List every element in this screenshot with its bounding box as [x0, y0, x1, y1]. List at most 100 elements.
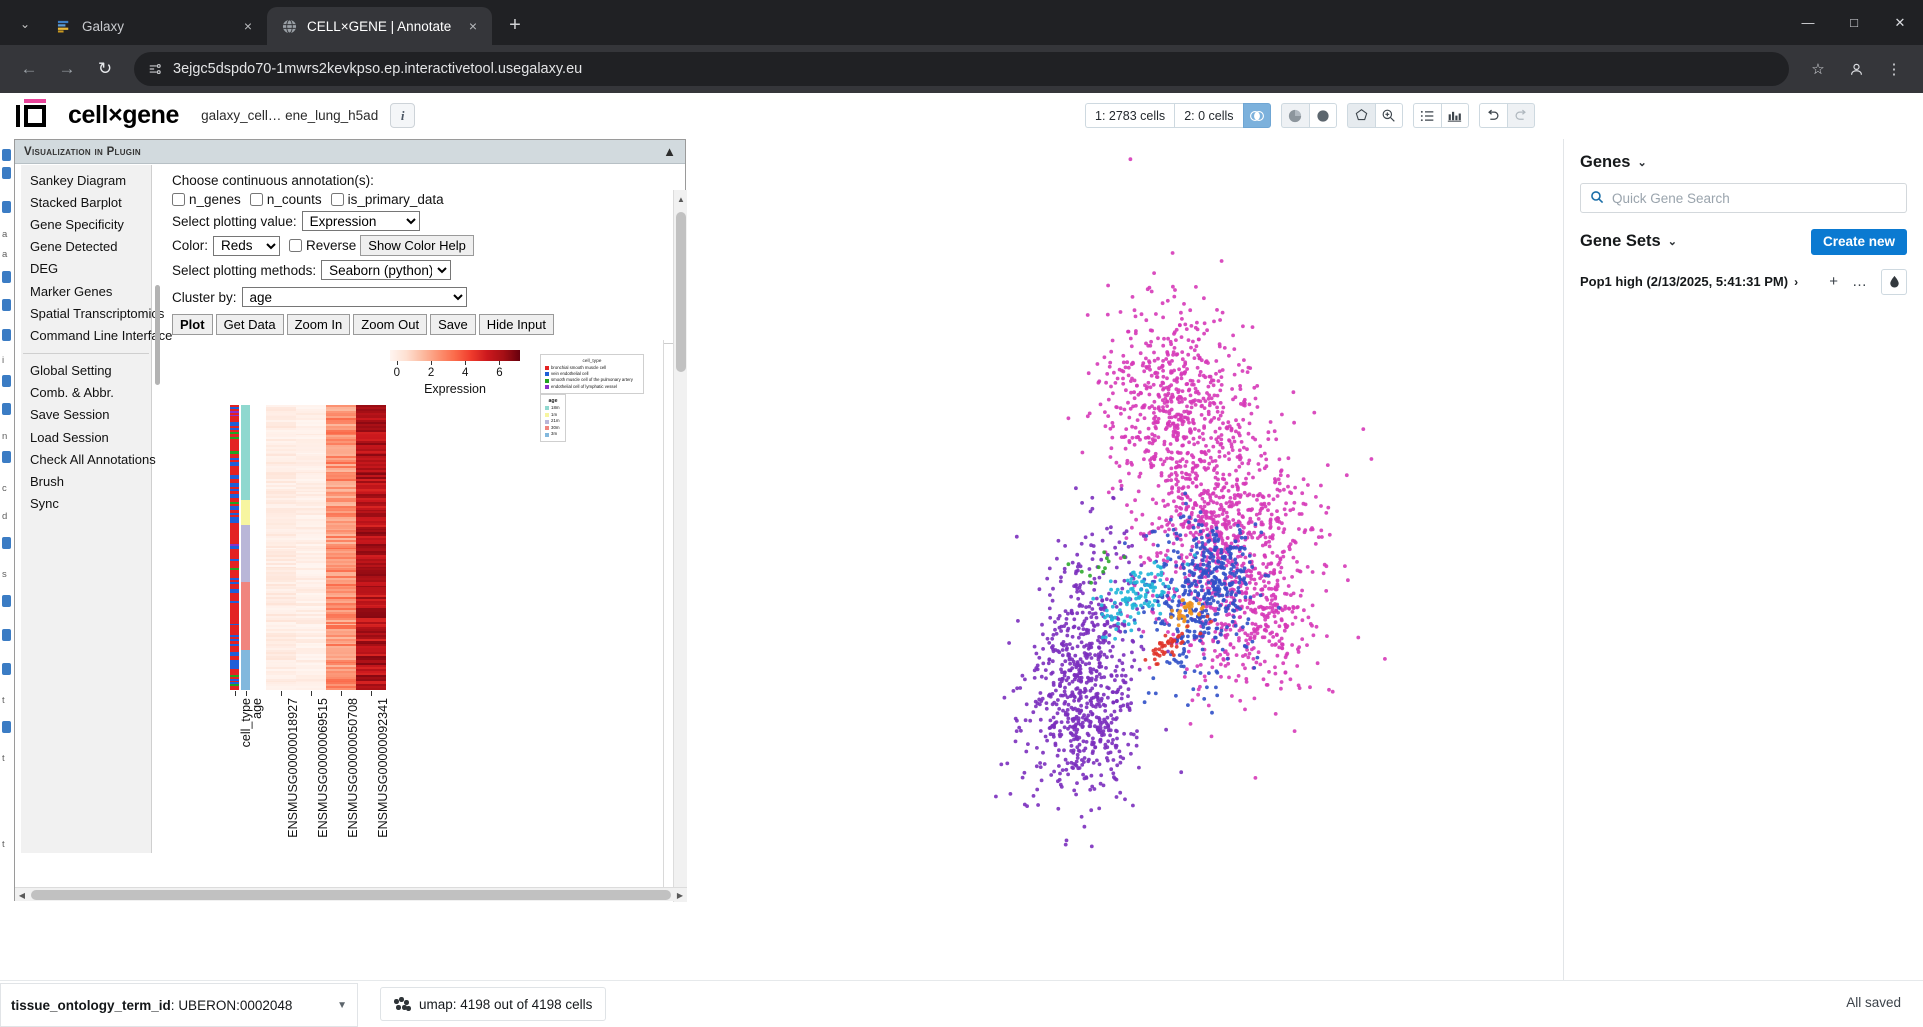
reload-icon[interactable]: ↻ — [88, 52, 122, 86]
umap-status-chip[interactable]: umap: 4198 out of 4198 cells — [380, 987, 607, 1021]
menu-item-stacked-barplot[interactable]: Stacked Barplot — [21, 191, 151, 213]
dataset-info-button[interactable]: i — [390, 103, 416, 128]
venn-diagram-icon[interactable] — [1242, 103, 1271, 128]
plot-button[interactable]: Plot — [172, 314, 213, 335]
plotting-value-label: Select plotting value: — [172, 213, 297, 229]
menu-item-save-session[interactable]: Save Session — [21, 404, 151, 426]
menu-item-gene-specificity[interactable]: Gene Specificity — [21, 213, 151, 235]
chevron-down-icon[interactable]: ▼ — [337, 1000, 347, 1011]
menu-item-load-session[interactable]: Load Session — [21, 426, 151, 448]
water-drop-icon[interactable] — [1881, 268, 1907, 295]
maximize-button[interactable]: □ — [1831, 0, 1877, 45]
menu-item-gene-detected[interactable]: Gene Detected — [21, 236, 151, 258]
checkbox-n-genes[interactable]: n_genes — [172, 192, 241, 207]
menu-item-comb-abbr[interactable]: Comb. & Abbr. — [21, 382, 151, 404]
zoom-select-icon[interactable] — [1374, 103, 1403, 128]
umap-scatterplot[interactable] — [700, 139, 1562, 1027]
legend-swatch — [545, 406, 549, 411]
scrollbar-thumb[interactable] — [676, 212, 686, 372]
zoom-out-button[interactable]: Zoom Out — [353, 314, 428, 335]
menu-item-marker-genes[interactable]: Marker Genes — [21, 280, 151, 302]
plotting-methods-select[interactable]: Seaborn (python) — [321, 260, 452, 280]
profile-icon[interactable] — [1839, 52, 1873, 86]
globe-icon — [281, 18, 298, 35]
show-color-help-button[interactable]: Show Color Help — [360, 235, 474, 256]
color-select[interactable]: Reds — [213, 235, 281, 256]
menu-item-check-all-annotations[interactable]: Check All Annotations — [21, 448, 156, 470]
redo-icon[interactable] — [1506, 103, 1535, 128]
window-close-button[interactable]: ✕ — [1877, 0, 1923, 45]
menu-item-global-setting[interactable]: Global Setting — [21, 360, 151, 382]
zoom-in-button[interactable]: Zoom In — [286, 314, 351, 335]
menu-item-sync[interactable]: Sync — [21, 493, 151, 515]
checkbox-n-genes-input[interactable] — [172, 193, 185, 206]
umap-points[interactable] — [700, 139, 1562, 1027]
filled-circle-icon[interactable] — [1308, 103, 1337, 128]
menu-item-deg[interactable]: DEG — [21, 258, 151, 280]
category-list-icon[interactable] — [1412, 103, 1441, 128]
gene-sets-row: Gene Sets ⌄ Create new — [1580, 229, 1907, 255]
checkbox-reverse[interactable]: Reverse — [289, 238, 356, 253]
hide-input-button[interactable]: Hide Input — [478, 314, 554, 335]
color-row: Color: Reds Reverse Show Color Help — [162, 233, 687, 258]
cluster-by-select[interactable]: age — [241, 287, 467, 307]
menu-scrollbar[interactable] — [155, 285, 160, 385]
gene-search-placeholder: Quick Gene Search — [1612, 190, 1730, 206]
checkbox-n-counts-input[interactable] — [249, 193, 263, 206]
get-data-button[interactable]: Get Data — [215, 314, 284, 335]
gene-set-name[interactable]: Pop1 high (2/13/2025, 5:41:31 PM) — [1580, 274, 1788, 289]
search-icon — [1590, 190, 1604, 207]
scroll-left-icon[interactable]: ◀ — [15, 888, 29, 902]
menu-item-sankey-diagram[interactable]: Sankey Diagram — [21, 169, 151, 191]
star-icon[interactable]: ☆ — [1801, 52, 1835, 86]
permissions-icon[interactable] — [148, 62, 162, 76]
plugin-horizontal-scrollbar[interactable]: ◀ ▶ — [15, 887, 687, 901]
menu-item-spatial-transcriptomics[interactable]: Spatial Transcriptomics — [21, 302, 164, 324]
chevron-right-icon[interactable]: › — [1794, 275, 1798, 289]
browser-tab-galaxy[interactable]: Galaxy × — [42, 7, 267, 45]
selection-2-button[interactable]: 2: 0 cells — [1174, 103, 1243, 128]
new-tab-button[interactable]: + — [500, 10, 530, 40]
chevron-down-icon[interactable]: ⌄ — [1637, 156, 1646, 169]
close-icon[interactable]: × — [464, 17, 482, 35]
bar-chart-icon[interactable] — [1440, 103, 1469, 128]
gene-sets-heading-label: Gene Sets — [1580, 232, 1661, 251]
lasso-select-icon[interactable] — [1346, 103, 1375, 128]
back-icon[interactable]: ← — [12, 52, 46, 86]
kebab-menu-icon[interactable]: ⋮ — [1877, 52, 1911, 86]
checkbox-n-counts[interactable]: n_counts — [249, 192, 322, 207]
scroll-up-icon[interactable]: ▲ — [674, 192, 688, 206]
chevron-down-icon[interactable]: ⌄ — [1668, 235, 1677, 248]
close-icon[interactable]: × — [239, 17, 257, 35]
scroll-right-icon[interactable]: ▶ — [673, 888, 687, 902]
menu-item-brush[interactable]: Brush — [21, 470, 151, 492]
checkbox-is-primary-data[interactable]: is_primary_data — [330, 192, 444, 207]
pie-chart-icon[interactable] — [1280, 103, 1309, 128]
scrollbar-thumb-horizontal[interactable] — [31, 890, 671, 900]
metadata-status[interactable]: tissue_ontology_term_id : UBERON:0002048… — [0, 983, 358, 1027]
tab-search-chevron-icon[interactable]: ⌄ — [8, 7, 42, 41]
menu-item-command-line-interface[interactable]: Command Line Interface — [21, 324, 172, 346]
left-metadata-strip: a a i n c d s t t t — [0, 139, 14, 1027]
forward-icon[interactable]: → — [50, 52, 84, 86]
cluster-by-row: Cluster by: age — [162, 282, 687, 309]
genes-heading[interactable]: Genes ⌄ — [1580, 153, 1907, 172]
add-gene-icon[interactable]: + — [1829, 273, 1838, 290]
minimize-button[interactable]: — — [1785, 0, 1831, 45]
chevron-up-icon[interactable]: ▲ — [663, 144, 676, 159]
create-new-button[interactable]: Create new — [1810, 229, 1907, 255]
legend-entry-age: 3m — [545, 431, 561, 438]
gene-search-box[interactable]: Quick Gene Search — [1580, 183, 1907, 213]
cellxgene-app: cell×gene galaxy_cell… ene_lung_h5ad i 1… — [0, 93, 1923, 1027]
gene-sets-heading[interactable]: Gene Sets ⌄ — [1580, 232, 1677, 251]
plugin-vertical-scrollbar[interactable]: ▲ ▼ — [673, 190, 687, 902]
selection-1-button[interactable]: 1: 2783 cells — [1085, 103, 1175, 128]
checkbox-is-primary-data-input[interactable] — [330, 193, 344, 206]
plotting-value-select[interactable]: Expression — [301, 211, 420, 231]
address-bar[interactable]: 3ejgc5dspdo70-1mwrs2kevkpso.ep.interacti… — [134, 52, 1789, 86]
browser-tab-cellxgene[interactable]: CELL×GENE | Annotate × — [267, 7, 492, 45]
more-options-icon[interactable]: … — [1852, 273, 1867, 290]
checkbox-reverse-input[interactable] — [289, 239, 303, 252]
undo-icon[interactable] — [1478, 103, 1507, 128]
save-button[interactable]: Save — [430, 314, 476, 335]
